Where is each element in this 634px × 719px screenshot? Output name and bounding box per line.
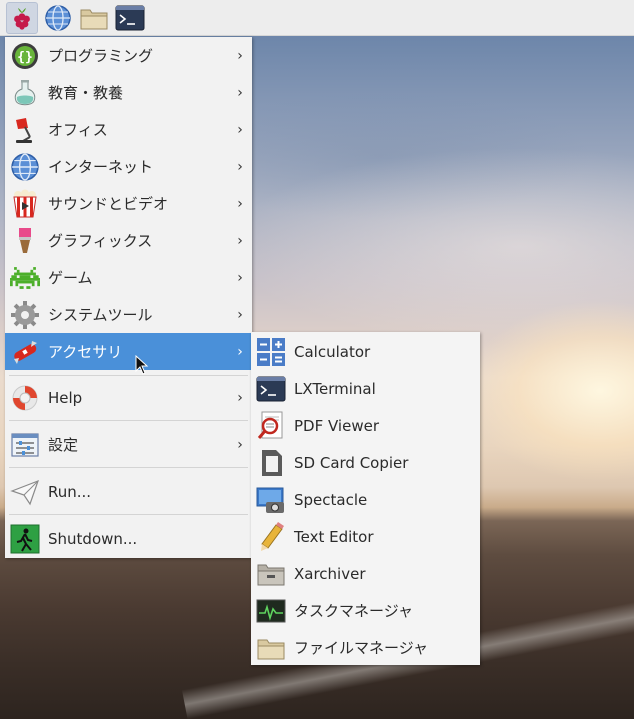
file-manager-button[interactable]: [78, 2, 110, 34]
desk-lamp-icon: [9, 114, 41, 146]
menu-item-label: Spectacle: [294, 490, 368, 509]
submenu-item-spectacle[interactable]: Spectacle: [251, 481, 480, 518]
menu-item-label: Xarchiver: [294, 564, 366, 583]
chevron-right-icon: ›: [237, 389, 243, 406]
chevron-right-icon: ›: [237, 436, 243, 453]
menu-item-education[interactable]: 教育・教養 ›: [5, 74, 252, 111]
top-panel: [0, 0, 634, 36]
chevron-right-icon: ›: [237, 158, 243, 175]
pencil-icon: [255, 521, 287, 553]
chevron-right-icon: ›: [237, 343, 243, 360]
submenu-item-file-manager[interactable]: ファイルマネージャ: [251, 629, 480, 666]
menu-item-label: PDF Viewer: [294, 416, 379, 435]
menu-item-label: タスクマネージャ: [294, 602, 413, 620]
chevron-right-icon: ›: [237, 84, 243, 101]
paper-plane-icon: [9, 476, 41, 508]
menu-item-label: オフィス: [48, 121, 108, 139]
popcorn-icon: [9, 188, 41, 220]
sd-card-icon: [255, 447, 287, 479]
menu-item-run[interactable]: Run...: [5, 473, 252, 510]
submenu-item-task-manager[interactable]: タスクマネージャ: [251, 592, 480, 629]
menu-item-label: Run...: [48, 482, 92, 501]
archive-icon: [255, 558, 287, 590]
menu-item-label: Text Editor: [294, 527, 374, 546]
folder-icon: [255, 632, 287, 664]
menu-separator: [9, 420, 248, 421]
calculator-icon: [255, 336, 287, 368]
menu-item-label: Calculator: [294, 342, 371, 361]
menu-item-label: ファイルマネージャ: [294, 639, 428, 657]
menu-item-help[interactable]: Help ›: [5, 379, 252, 416]
menu-item-label: システムツール: [48, 306, 153, 324]
menu-item-system-tools[interactable]: システムツール ›: [5, 296, 252, 333]
submenu-item-sd-card-copier[interactable]: SD Card Copier: [251, 444, 480, 481]
globe-icon: [9, 151, 41, 183]
accessories-submenu: Calculator LXTerminal PDF Viewer SD Card…: [251, 332, 480, 665]
web-browser-button[interactable]: [42, 2, 74, 34]
raspberry-menu-button[interactable]: [6, 1, 38, 34]
flask-icon: [9, 77, 41, 109]
space-invader-icon: [9, 262, 41, 294]
gear-icon: [9, 299, 41, 331]
submenu-item-pdf-viewer[interactable]: PDF Viewer: [251, 407, 480, 444]
menu-item-sound-video[interactable]: サウンドとビデオ ›: [5, 185, 252, 222]
menu-item-graphics[interactable]: グラフィックス ›: [5, 222, 252, 259]
terminal-icon: [115, 5, 145, 30]
exit-icon: [9, 523, 41, 555]
menu-separator: [9, 467, 248, 468]
globe-icon: [45, 4, 71, 31]
menu-item-label: ゲーム: [48, 269, 93, 287]
menu-separator: [9, 375, 248, 376]
menu-item-label: Help: [48, 388, 83, 407]
menu-item-programming[interactable]: {} プログラミング ›: [5, 37, 252, 74]
menu-item-shutdown[interactable]: Shutdown...: [5, 520, 252, 557]
chevron-right-icon: ›: [237, 121, 243, 138]
menu-item-accessories[interactable]: アクセサリ ›: [5, 333, 252, 370]
terminal-icon: [255, 373, 287, 405]
chevron-right-icon: ›: [237, 269, 243, 286]
menu-item-label: SD Card Copier: [294, 453, 409, 472]
menu-item-label: グラフィックス: [48, 232, 153, 250]
raspberry-icon: [14, 7, 30, 30]
menu-item-office[interactable]: オフィス ›: [5, 111, 252, 148]
menu-item-label: 設定: [48, 436, 79, 454]
preferences-icon: [9, 429, 41, 461]
menu-item-label: Shutdown...: [48, 529, 138, 548]
lifebuoy-icon: [9, 382, 41, 414]
menu-item-internet[interactable]: インターネット ›: [5, 148, 252, 185]
menu-item-games[interactable]: ゲーム ›: [5, 259, 252, 296]
submenu-item-xarchiver[interactable]: Xarchiver: [251, 555, 480, 592]
swiss-knife-icon: [9, 336, 41, 368]
chevron-right-icon: ›: [237, 195, 243, 212]
menu-item-label: プログラミング: [48, 47, 154, 65]
svg-text:{}: {}: [17, 50, 33, 65]
submenu-item-text-editor[interactable]: Text Editor: [251, 518, 480, 555]
chevron-right-icon: ›: [237, 306, 243, 323]
submenu-item-lxterminal[interactable]: LXTerminal: [251, 370, 480, 407]
chevron-right-icon: ›: [237, 47, 243, 64]
terminal-button[interactable]: [114, 2, 146, 34]
folder-icon: [80, 9, 108, 29]
paintbrush-icon: [9, 225, 41, 257]
screenshot-icon: [255, 484, 287, 516]
task-manager-icon: [255, 595, 287, 627]
menu-item-label: インターネット: [48, 158, 154, 176]
braces-icon: {}: [9, 40, 41, 72]
submenu-item-calculator[interactable]: Calculator: [251, 333, 480, 370]
pdf-viewer-icon: [255, 410, 287, 442]
chevron-right-icon: ›: [237, 232, 243, 249]
menu-item-label: サウンドとビデオ: [48, 195, 169, 213]
mouse-pointer-icon: [135, 355, 149, 375]
application-menu: {} プログラミング › 教育・教養 › オフィス › インターネット › サウ…: [5, 37, 252, 558]
menu-separator: [9, 514, 248, 515]
menu-item-label: 教育・教養: [48, 84, 124, 102]
menu-item-preferences[interactable]: 設定 ›: [5, 426, 252, 463]
menu-item-label: LXTerminal: [294, 379, 376, 398]
